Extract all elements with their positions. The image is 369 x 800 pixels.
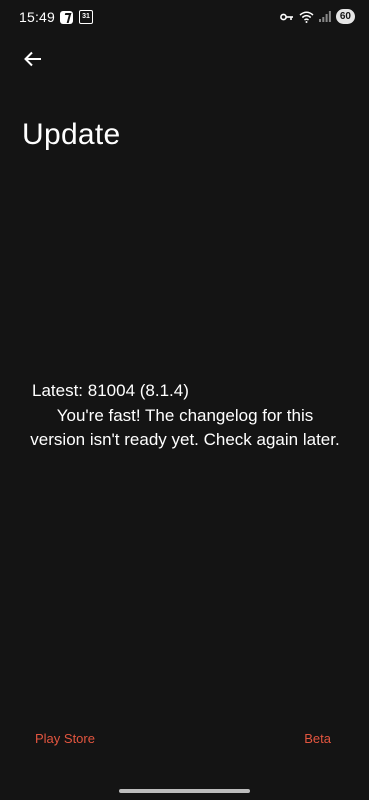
page-title: Update: [22, 118, 121, 151]
version-heading: Latest: 81004 (8.1.4): [32, 381, 189, 400]
status-bar: 15:49 31 60: [0, 0, 369, 34]
status-time: 15:49: [19, 9, 56, 25]
status-right-icons: 60: [279, 9, 355, 24]
gesture-navigation-bar[interactable]: [119, 789, 250, 793]
app-notification-icon: [60, 10, 73, 24]
calendar-icon: 31: [79, 10, 93, 24]
arrow-left-icon: [24, 51, 42, 72]
play-store-button[interactable]: Play Store: [35, 731, 95, 746]
signal-icon: [318, 11, 331, 22]
status-left-icons: 31: [60, 10, 93, 24]
key-icon: [279, 12, 294, 22]
battery-icon: 60: [335, 9, 355, 24]
beta-button[interactable]: Beta: [304, 731, 331, 746]
wifi-icon: [299, 11, 314, 23]
back-button[interactable]: [18, 46, 48, 76]
changelog-message: You're fast! The changelog for this vers…: [30, 406, 340, 449]
